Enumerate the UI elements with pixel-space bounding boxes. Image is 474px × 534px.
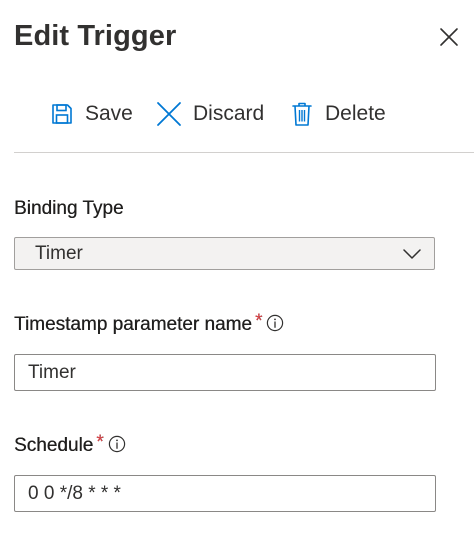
- timestamp-parameter-input[interactable]: [14, 354, 436, 391]
- timestamp-parameter-label-text: Timestamp parameter name: [14, 314, 252, 335]
- schedule-input[interactable]: [14, 475, 436, 512]
- delete-label: Delete: [325, 102, 386, 125]
- divider: [14, 152, 474, 153]
- required-marker: *: [254, 311, 263, 332]
- timestamp-parameter-label: Timestamp parameter name *: [14, 311, 284, 338]
- panel-title: Edit Trigger: [14, 20, 177, 52]
- save-icon: [50, 102, 74, 126]
- save-label: Save: [85, 102, 133, 125]
- trash-icon: [290, 101, 314, 127]
- discard-icon: [156, 101, 182, 127]
- binding-type-dropdown[interactable]: Timer: [14, 237, 435, 270]
- save-button[interactable]: Save: [50, 96, 133, 132]
- close-button[interactable]: [436, 24, 462, 50]
- schedule-label-text: Schedule: [14, 435, 94, 456]
- binding-type-label-text: Binding Type: [14, 198, 124, 219]
- info-icon[interactable]: [266, 314, 284, 332]
- edit-trigger-panel: Edit Trigger Save Discard Delete Binding…: [0, 0, 474, 534]
- required-marker: *: [96, 432, 104, 453]
- discard-button[interactable]: Discard: [156, 96, 264, 132]
- info-icon[interactable]: [108, 435, 126, 453]
- discard-label: Discard: [193, 102, 265, 125]
- delete-button[interactable]: Delete: [290, 96, 386, 132]
- chevron-down-icon: [402, 247, 422, 265]
- schedule-label: Schedule *: [14, 432, 126, 459]
- close-icon: [440, 28, 458, 46]
- command-bar: Save Discard Delete: [0, 96, 474, 132]
- binding-type-label: Binding Type: [14, 196, 124, 222]
- binding-type-value: Timer: [35, 243, 83, 264]
